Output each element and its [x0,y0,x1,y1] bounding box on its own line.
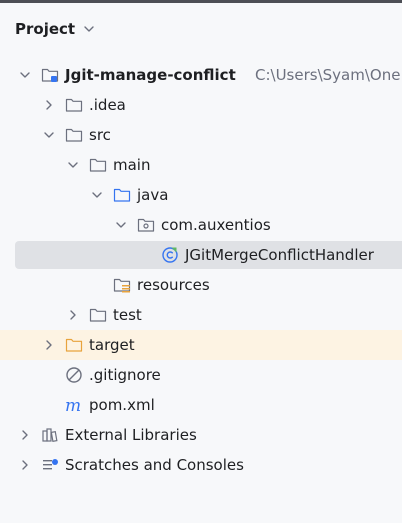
chevron-down-icon[interactable] [83,23,95,35]
tree-item-label: test [113,306,142,324]
tree-item-pom[interactable]: m pom.xml [0,390,402,420]
chevron-right-icon[interactable] [19,429,31,441]
tree-item-scratches[interactable]: Scratches and Consoles [0,450,402,480]
tree-item-label: java [137,186,169,204]
package-icon [137,216,155,234]
project-tree: Jgit-manage-conflict C:\Users\Syam\One .… [0,60,402,480]
tree-item-path: C:\Users\Syam\One [255,66,401,84]
tree-item-gitignore[interactable]: .gitignore [0,360,402,390]
chevron-right-icon[interactable] [67,309,79,321]
chevron-right-icon[interactable] [19,459,31,471]
tree-item-java[interactable]: java [0,180,402,210]
tree-item-label: target [89,336,135,354]
tree-item-label: main [113,156,151,174]
tree-item-label: .gitignore [89,366,161,384]
tree-item-root[interactable]: Jgit-manage-conflict C:\Users\Syam\One [0,60,402,90]
tree-item-label: com.auxentios [161,216,271,234]
tree-item-class[interactable]: JGitMergeConflictHandler [0,240,402,270]
tree-item-src[interactable]: src [0,120,402,150]
folder-icon [65,96,83,114]
tree-item-label: JGitMergeConflictHandler [185,246,374,264]
chevron-down-icon[interactable] [19,69,31,81]
tree-item-package[interactable]: com.auxentios [0,210,402,240]
window-top-border [0,0,402,3]
tree-item-idea[interactable]: .idea [0,90,402,120]
project-view-header[interactable]: Project [15,19,95,39]
library-icon [41,426,59,444]
tree-item-external-libraries[interactable]: External Libraries [0,420,402,450]
excluded-highlight [0,330,402,360]
resources-folder-icon [113,276,131,294]
tree-item-label: pom.xml [89,396,155,414]
maven-icon: m [65,396,83,414]
chevron-right-icon[interactable] [43,339,55,351]
java-class-icon [161,246,179,264]
module-folder-icon [41,66,59,84]
chevron-down-icon[interactable] [91,189,103,201]
tree-item-main[interactable]: main [0,150,402,180]
tree-item-resources[interactable]: resources [0,270,402,300]
chevron-right-icon[interactable] [43,99,55,111]
chevron-down-icon[interactable] [115,219,127,231]
tree-item-label: .idea [89,96,126,114]
tree-item-label: resources [137,276,210,294]
folder-icon [89,306,107,324]
svg-text:m: m [65,396,81,414]
scratches-icon [41,456,59,474]
ignore-file-icon [65,366,83,384]
chevron-down-icon[interactable] [43,129,55,141]
panel-title: Project [15,20,76,38]
tree-item-label: External Libraries [65,426,197,444]
tree-item-label: Jgit-manage-conflict [65,66,236,84]
tree-item-label: Scratches and Consoles [65,456,244,474]
tree-item-label: src [89,126,111,144]
excluded-folder-icon [65,336,83,354]
tree-item-target[interactable]: target [0,330,402,360]
chevron-down-icon[interactable] [67,159,79,171]
folder-icon [89,156,107,174]
tree-item-test[interactable]: test [0,300,402,330]
folder-icon [65,126,83,144]
source-folder-icon [113,186,131,204]
